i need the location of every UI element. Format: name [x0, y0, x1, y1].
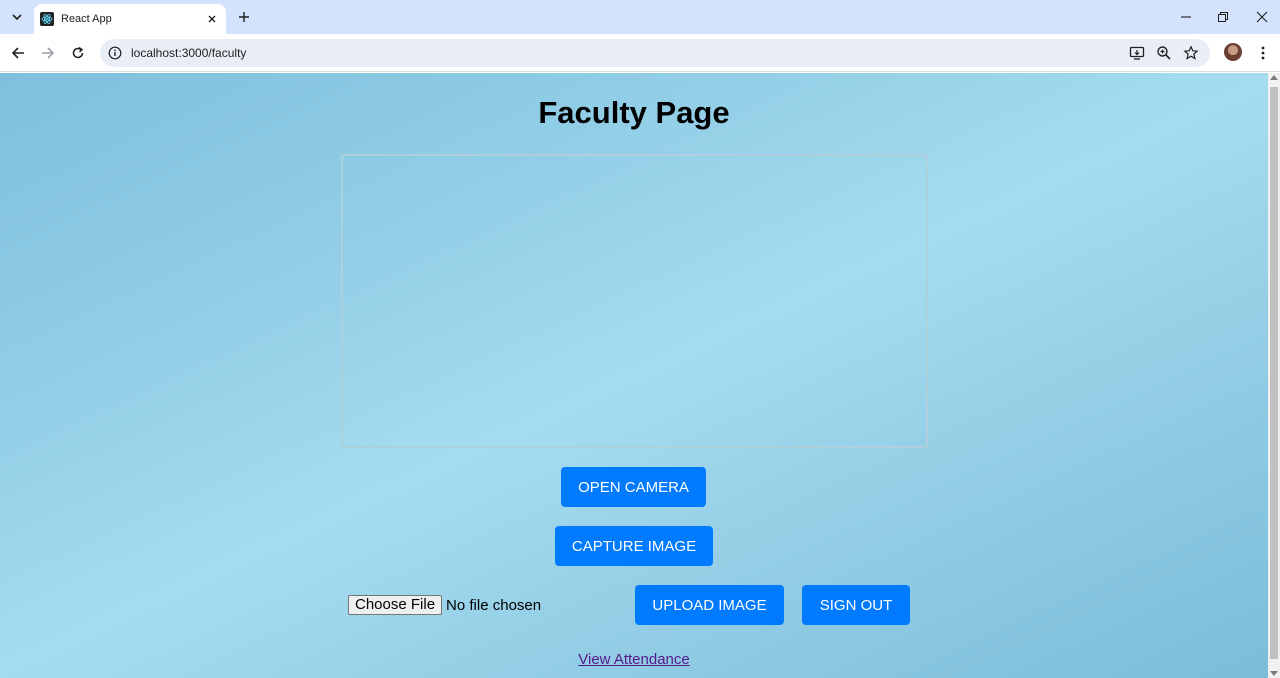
back-button[interactable] [8, 43, 28, 63]
tab-title: React App [61, 13, 112, 25]
site-info-icon[interactable] [108, 46, 122, 60]
plus-icon [239, 12, 249, 22]
minimize-icon [1181, 16, 1191, 18]
browser-toolbar: localhost:3000/faculty [0, 34, 1280, 72]
tab-search-button[interactable] [6, 6, 28, 28]
new-tab-button[interactable] [235, 8, 253, 26]
upload-image-button[interactable]: UPLOAD IMAGE [635, 585, 784, 625]
forward-arrow-icon [42, 47, 55, 59]
forward-button[interactable] [38, 43, 58, 63]
capture-image-button[interactable]: CAPTURE IMAGE [555, 526, 713, 566]
reload-icon [72, 46, 84, 59]
file-input[interactable]: Choose File No file chosen [348, 595, 541, 615]
install-app-icon[interactable] [1129, 45, 1145, 61]
scrollbar-thumb[interactable] [1270, 87, 1278, 659]
page-title: Faculty Page [538, 95, 730, 130]
close-tab-icon[interactable] [204, 11, 220, 27]
sign-out-button[interactable]: SIGN OUT [802, 585, 910, 625]
camera-preview-frame [341, 154, 928, 448]
address-bar[interactable]: localhost:3000/faculty [100, 39, 1210, 67]
view-attendance-link-row: View Attendance [0, 651, 1268, 668]
zoom-icon[interactable] [1156, 45, 1172, 61]
close-icon [1256, 11, 1268, 23]
react-logo-icon [40, 12, 54, 26]
browser-tab[interactable]: React App [34, 4, 226, 34]
choose-file-button[interactable]: Choose File [348, 595, 443, 615]
open-camera-button[interactable]: OPEN CAMERA [561, 467, 706, 507]
restore-button[interactable] [1214, 8, 1232, 26]
browser-menu-button[interactable] [1255, 43, 1271, 63]
scroll-up-arrow-icon[interactable] [1270, 75, 1278, 80]
minimize-button[interactable] [1177, 8, 1195, 26]
back-arrow-icon [11, 47, 24, 59]
url-text: localhost:3000/faculty [131, 46, 247, 60]
page-scrollbar[interactable] [1268, 73, 1280, 678]
profile-avatar[interactable] [1224, 43, 1242, 61]
restore-icon [1218, 12, 1228, 22]
more-vertical-icon [1261, 46, 1265, 60]
chevron-down-icon [12, 14, 22, 21]
reload-button[interactable] [68, 43, 88, 63]
file-status-text: No file chosen [446, 596, 542, 614]
close-window-button[interactable] [1253, 8, 1271, 26]
page-viewport: Faculty Page OPEN CAMERA CAPTURE IMAGE C… [0, 73, 1268, 678]
view-attendance-link[interactable]: View Attendance [578, 651, 689, 668]
tab-strip: React App [0, 0, 1280, 34]
scroll-down-arrow-icon[interactable] [1270, 671, 1278, 676]
bookmark-star-icon[interactable] [1183, 45, 1199, 61]
